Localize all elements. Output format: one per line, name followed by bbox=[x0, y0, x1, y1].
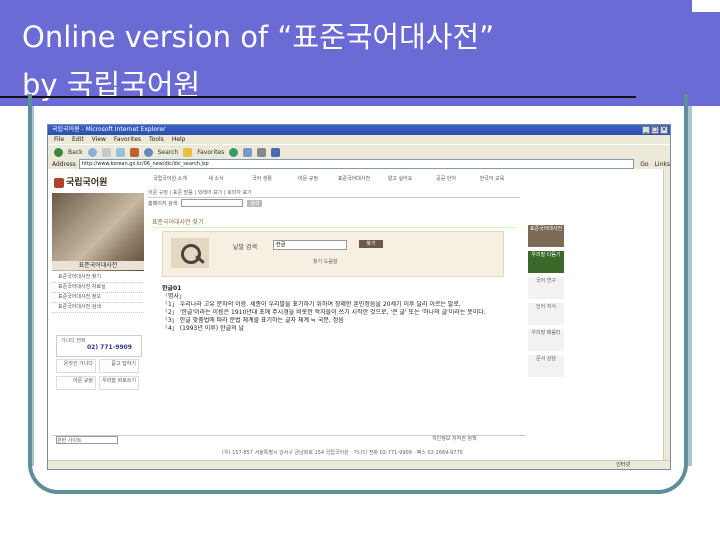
browser-statusbar: 인터넷 bbox=[48, 460, 670, 469]
left-menu: 표준국어대사전 찾기 표준국어대사전 자료실 표준국어대사전 정오 표준국어대사… bbox=[52, 273, 144, 313]
footer-links: 개인정보 저작권 정책 bbox=[432, 435, 477, 442]
right-banner[interactable]: 언어 지식 bbox=[528, 303, 564, 325]
right-banner[interactable]: 우리말 배움터 bbox=[528, 329, 564, 351]
dictionary-books-photo bbox=[52, 193, 144, 271]
window-controls: _ □ × bbox=[642, 126, 668, 134]
links-label[interactable]: Links bbox=[655, 161, 670, 168]
menu-help[interactable]: Help bbox=[172, 135, 186, 144]
menu-favorites[interactable]: Favorites bbox=[114, 135, 141, 144]
stop-icon[interactable] bbox=[101, 147, 111, 157]
dictionary-search-panel: 표준국어대사전 찾기 낱말 검색 한글 찾기 찾기 도움말 한글01 「명사」 … bbox=[152, 217, 516, 423]
phone-label: 가나다 전화 bbox=[61, 338, 86, 344]
magnifier-lens bbox=[181, 244, 201, 264]
menu-view[interactable]: View bbox=[92, 135, 106, 144]
address-label: Address bbox=[52, 160, 76, 168]
phone-box: 가나다 전화 02) 771-9909 bbox=[56, 335, 142, 357]
web-page: 국립국어원 국립국어원 소개 새 소식 국어 생활 어문 규정 표준국어대사전 … bbox=[52, 173, 608, 463]
left-menu-item[interactable]: 표준국어대사전 자료실 bbox=[52, 283, 144, 293]
left-menu-item[interactable]: 표준국어대사전 찾기 bbox=[52, 273, 144, 283]
related-sites-select[interactable]: 관련 사이트 bbox=[56, 436, 118, 444]
right-banner[interactable]: 표준국어대사전 bbox=[528, 225, 564, 247]
word-search-button[interactable]: 찾기 bbox=[359, 240, 383, 248]
edit-icon[interactable] bbox=[271, 147, 281, 157]
browser-titlebar: 국립국어원 - Microsoft Internet Explorer _ □ … bbox=[48, 125, 670, 135]
word-search-box: 낱말 검색 한글 찾기 찾기 도움말 bbox=[162, 231, 504, 277]
maximize-button[interactable]: □ bbox=[651, 126, 659, 134]
entry-line: 「2」 '한글'이라는 이름은 1910년대 초에 주시경을 비롯한 학자들이 … bbox=[162, 309, 486, 316]
media-icon[interactable] bbox=[229, 147, 239, 157]
search-help-link[interactable]: 찾기 도움말 bbox=[313, 258, 338, 265]
page-scrollbar[interactable] bbox=[663, 169, 670, 461]
entry-line: 「3」 한글 맞춤법에 따라 문법 체계를 표기하는 글자 체계 ≒ 국문, 정… bbox=[162, 317, 344, 324]
magnifier-icon bbox=[171, 238, 209, 268]
title-bar-accent bbox=[692, 12, 720, 106]
nav-item[interactable]: 공공 언어 bbox=[424, 175, 468, 193]
panel-title: 표준국어대사전 찾기 bbox=[152, 217, 516, 228]
address-field[interactable]: http://www.korean.go.kr/06_new/dic/dic_s… bbox=[78, 159, 635, 169]
menu-tools[interactable]: Tools bbox=[149, 135, 164, 144]
back-button[interactable]: Back bbox=[68, 149, 83, 156]
footer-link[interactable]: 저작권 정책 bbox=[452, 436, 477, 442]
search-icon[interactable] bbox=[143, 147, 153, 157]
status-zone: 인터넷 bbox=[616, 462, 630, 468]
quick-link[interactable]: 어문 규정 bbox=[56, 376, 96, 390]
browser-window-title: 국립국어원 - Microsoft Internet Explorer bbox=[52, 126, 166, 133]
footer-address: (우) 157-857 서울특별시 강서구 금낭화로 154 국립국어원 · 가… bbox=[222, 450, 463, 456]
entry-line: 「4」 (1993년 이후) 한글의 날 bbox=[162, 325, 245, 332]
right-banner-column: 표준국어대사전 우리말 다듬기 국어 연구 언어 지식 우리말 배움터 문서 상… bbox=[528, 225, 564, 381]
site-search-label: 홈페이지 검색 bbox=[148, 200, 178, 207]
print-icon[interactable] bbox=[257, 147, 267, 157]
slide-title-line1: Online version of “표준국어대사전” bbox=[22, 20, 495, 54]
entry-line: 「1」 우리나라 고유 문자의 이름. 세종이 우리말을 표기하기 위하여 창제… bbox=[162, 301, 461, 308]
close-button[interactable]: × bbox=[660, 126, 668, 134]
nav-item[interactable]: 어문 규정 bbox=[286, 175, 330, 193]
go-button[interactable]: Go bbox=[637, 161, 651, 168]
browser-addressbar: Address http://www.korean.go.kr/06_new/d… bbox=[48, 159, 670, 169]
quick-link[interactable]: 온라인 가나다 bbox=[56, 359, 96, 373]
phone-number: 02) 771-9909 bbox=[87, 344, 132, 351]
right-banner[interactable]: 국어 연구 bbox=[528, 277, 564, 299]
footer-link[interactable]: 개인정보 bbox=[432, 436, 450, 442]
word-search-input[interactable]: 한글 bbox=[273, 240, 347, 250]
minimize-button[interactable]: _ bbox=[642, 126, 650, 134]
entry-line: 한글01 bbox=[162, 285, 182, 292]
word-search-label: 낱말 검색 bbox=[233, 244, 257, 251]
left-menu-item[interactable]: 표준국어대사전 정오 bbox=[52, 293, 144, 303]
quick-link[interactable]: 묻고 답하기 bbox=[99, 359, 139, 373]
logo-mark-icon bbox=[54, 178, 64, 188]
entry-line: 「명사」 bbox=[162, 293, 186, 300]
favorites-button[interactable]: Favorites bbox=[197, 149, 224, 156]
browser-menubar: File Edit View Favorites Tools Help bbox=[48, 135, 670, 144]
home-icon[interactable] bbox=[129, 147, 139, 157]
quick-link-icons: 온라인 가나다 묻고 답하기 어문 규정 우리말 바로쓰기 bbox=[56, 359, 140, 390]
browser-screenshot: 국립국어원 - Microsoft Internet Explorer _ □ … bbox=[47, 124, 671, 470]
search-button[interactable]: Search bbox=[158, 149, 179, 156]
site-search-strip: 홈페이지 검색 검색 bbox=[148, 197, 520, 208]
left-menu-item[interactable]: 표준국어대사전 검색 bbox=[52, 303, 144, 313]
refresh-icon[interactable] bbox=[115, 147, 125, 157]
right-banner[interactable]: 우리말 다듬기 bbox=[528, 251, 564, 273]
dictionary-label: 표준국어대사전 bbox=[52, 261, 144, 270]
site-logo[interactable]: 국립국어원 bbox=[52, 173, 144, 193]
site-search-button[interactable]: 검색 bbox=[247, 199, 263, 207]
quick-link[interactable]: 우리말 바로쓰기 bbox=[99, 376, 139, 390]
menu-file[interactable]: File bbox=[54, 135, 64, 144]
right-banner[interactable]: 문서 상담 bbox=[528, 355, 564, 377]
favorites-icon[interactable] bbox=[183, 147, 193, 157]
nav-item[interactable]: 한국어 교육 bbox=[470, 175, 514, 193]
mail-icon[interactable] bbox=[243, 147, 253, 157]
site-subnav[interactable]: 어문 규정 | 표준 발음 | 외래어 표기 | 로마자 표기 bbox=[148, 189, 252, 196]
nav-item[interactable]: 표준국어대사전 bbox=[332, 175, 376, 193]
site-logo-text: 국립국어원 bbox=[66, 178, 108, 188]
menu-edit[interactable]: Edit bbox=[72, 135, 84, 144]
forward-icon[interactable] bbox=[87, 147, 97, 157]
site-search-input[interactable] bbox=[181, 199, 244, 207]
back-icon[interactable] bbox=[54, 147, 63, 157]
nav-item[interactable]: 알고 싶어요 bbox=[378, 175, 422, 193]
browser-toolbar: Back Search Favorites bbox=[48, 144, 670, 159]
dictionary-entry: 한글01 「명사」 「1」 우리나라 고유 문자의 이름. 세종이 우리말을 표… bbox=[162, 285, 508, 333]
